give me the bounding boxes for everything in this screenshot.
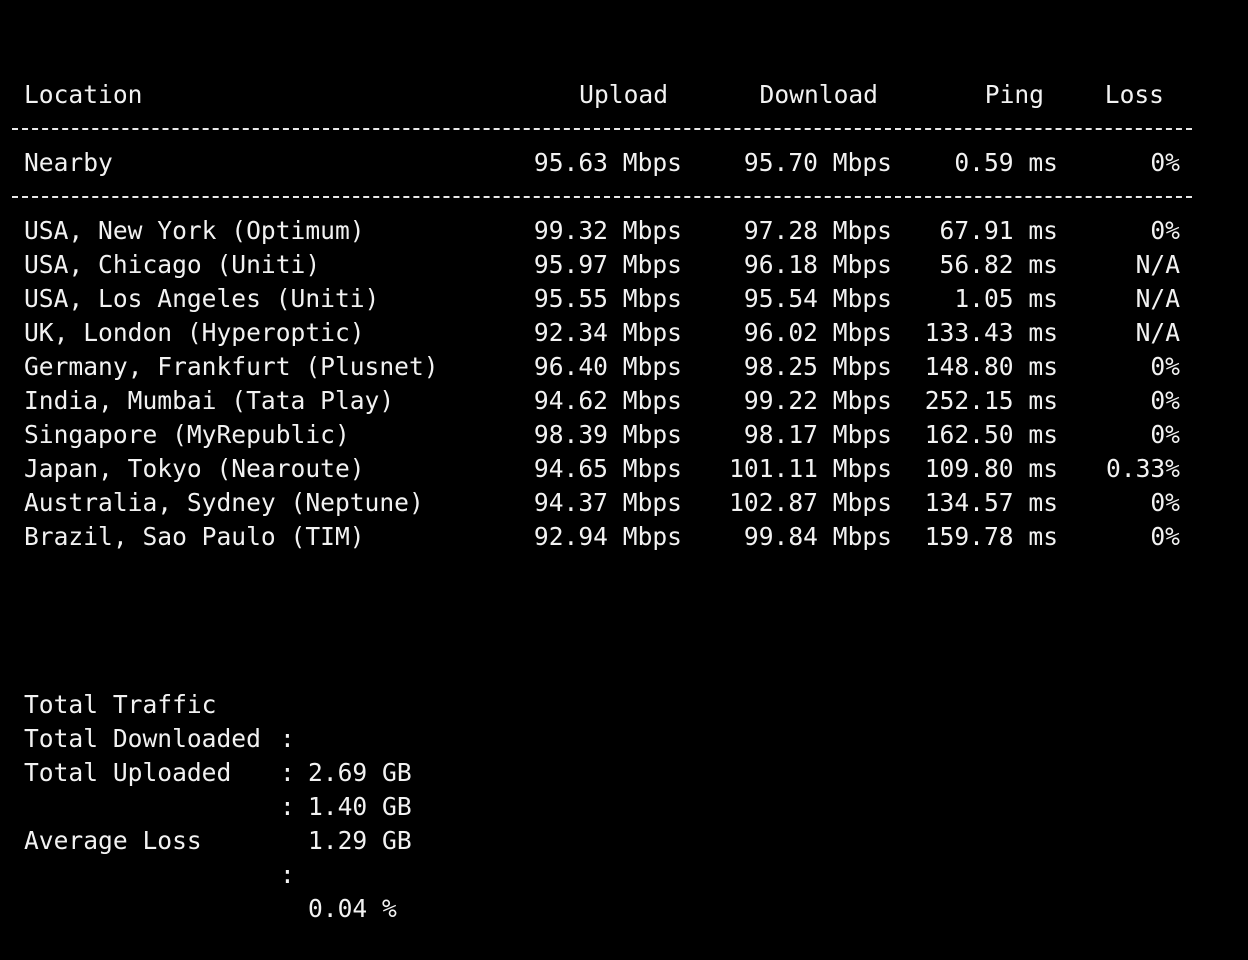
summary-total-downloaded: Total Downloaded : 1.40 GB (24, 688, 1224, 821)
summary-label: Total Uploaded (24, 758, 232, 787)
cell-upload: 94.37 Mbps (533, 488, 682, 517)
cell-ping: 1.05 ms (954, 284, 1058, 313)
cell-download: 97.28 Mbps (743, 216, 892, 245)
summary-value: 1.29 GB (308, 826, 412, 855)
cell-location: Brazil, Sao Paulo (TIM) (24, 522, 365, 551)
cell-upload: 98.39 Mbps (533, 420, 682, 449)
cell-download: 98.17 Mbps (743, 420, 892, 449)
cell-upload: 94.62 Mbps (533, 386, 682, 415)
cell-ping: 159.78 ms (924, 522, 1058, 551)
cell-location: Germany, Frankfurt (Plusnet) (24, 352, 439, 381)
header-download: Download (759, 80, 878, 109)
table-row: USA, Los Angeles (Uniti) 95.55 Mbps 95.5… (24, 282, 1224, 316)
summary-label: Average Loss (24, 826, 202, 855)
cell-upload: 92.94 Mbps (533, 522, 682, 551)
cell-download: 96.18 Mbps (743, 250, 892, 279)
summary-colon: : (280, 860, 295, 889)
cell-loss: 0% (1150, 420, 1180, 449)
cell-ping: 252.15 ms (924, 386, 1058, 415)
cell-upload: 92.34 Mbps (533, 318, 682, 347)
cell-download: 95.70 Mbps (743, 148, 892, 177)
cell-download: 101.11 Mbps (729, 454, 892, 483)
cell-loss: 0% (1150, 216, 1180, 245)
cell-ping: 56.82 ms (939, 250, 1058, 279)
cell-upload: 95.97 Mbps (533, 250, 682, 279)
cell-location: India, Mumbai (Tata Play) (24, 386, 395, 415)
cell-loss: 0.33% (1105, 454, 1180, 483)
cell-upload: 96.40 Mbps (533, 352, 682, 381)
header-ping: Ping (984, 80, 1044, 109)
cell-location: Singapore (MyRepublic) (24, 420, 350, 449)
header-location: Location (24, 80, 143, 109)
summary-value: 0.04 % (308, 894, 397, 923)
cell-loss: N/A (1135, 318, 1180, 347)
cell-download: 98.25 Mbps (743, 352, 892, 381)
cell-ping: 162.50 ms (924, 420, 1058, 449)
summary-colon: : (280, 758, 295, 787)
cell-download: 102.87 Mbps (729, 488, 892, 517)
terminal-output: Location Upload Download Ping Loss Nearb… (12, 78, 1224, 923)
table-row: Singapore (MyRepublic) 98.39 Mbps 98.17 … (24, 418, 1224, 452)
summary-average-loss: Average Loss : 0.04 % (24, 790, 1224, 923)
cell-loss: N/A (1135, 250, 1180, 279)
dashed-separator (12, 180, 1192, 214)
cell-download: 99.22 Mbps (743, 386, 892, 415)
cell-loss: 0% (1150, 148, 1180, 177)
header-upload: Upload (579, 80, 668, 109)
table-row: Japan, Tokyo (Nearoute) 94.65 Mbps 101.1… (24, 452, 1224, 486)
blank-lines (24, 554, 1224, 654)
cell-loss: 0% (1150, 352, 1180, 381)
cell-ping: 148.80 ms (924, 352, 1058, 381)
cell-location: USA, Chicago (Uniti) (24, 250, 321, 279)
dashed-separator (12, 112, 1192, 146)
cell-upload: 94.65 Mbps (533, 454, 682, 483)
cell-upload: 95.55 Mbps (533, 284, 682, 313)
table-row: USA, New York (Optimum) 99.32 Mbps 97.28… (24, 214, 1224, 248)
cell-location: Australia, Sydney (Neptune) (24, 488, 424, 517)
cell-ping: 133.43 ms (924, 318, 1058, 347)
table-row: UK, London (Hyperoptic) 92.34 Mbps 96.02… (24, 316, 1224, 350)
cell-download: 99.84 Mbps (743, 522, 892, 551)
cell-location: UK, London (Hyperoptic) (24, 318, 365, 347)
summary-total-uploaded: Total Uploaded : 1.29 GB (24, 722, 1224, 855)
cell-location: USA, New York (Optimum) (24, 216, 365, 245)
header-loss: Loss (1104, 80, 1164, 109)
cell-download: 95.54 Mbps (743, 284, 892, 313)
cell-upload: 95.63 Mbps (533, 148, 682, 177)
table-row: Brazil, Sao Paulo (TIM) 92.94 Mbps 99.84… (24, 520, 1224, 554)
cell-loss: 0% (1150, 488, 1180, 517)
cell-ping: 109.80 ms (924, 454, 1058, 483)
cell-loss: N/A (1135, 284, 1180, 313)
cell-location: USA, Los Angeles (Uniti) (24, 284, 380, 313)
cell-location: Nearby (24, 148, 113, 177)
cell-ping: 0.59 ms (954, 148, 1058, 177)
cell-download: 96.02 Mbps (743, 318, 892, 347)
table-row: Germany, Frankfurt (Plusnet) 96.40 Mbps … (24, 350, 1224, 384)
cell-loss: 0% (1150, 386, 1180, 415)
cell-location: Japan, Tokyo (Nearoute) (24, 454, 365, 483)
summary-value: 2.69 GB (308, 758, 412, 787)
cell-upload: 99.32 Mbps (533, 216, 682, 245)
summary-total-traffic: Total Traffic : 2.69 GB (24, 654, 1224, 787)
cell-ping: 134.57 ms (924, 488, 1058, 517)
table-row: Australia, Sydney (Neptune) 94.37 Mbps 1… (24, 486, 1224, 520)
cell-ping: 67.91 ms (939, 216, 1058, 245)
cell-loss: 0% (1150, 522, 1180, 551)
table-header-row: Location Upload Download Ping Loss (24, 78, 1224, 112)
table-row: USA, Chicago (Uniti) 95.97 Mbps 96.18 Mb… (24, 248, 1224, 282)
table-row: India, Mumbai (Tata Play) 94.62 Mbps 99.… (24, 384, 1224, 418)
table-row-nearby: Nearby 95.63 Mbps 95.70 Mbps 0.59 ms 0% (24, 146, 1224, 180)
